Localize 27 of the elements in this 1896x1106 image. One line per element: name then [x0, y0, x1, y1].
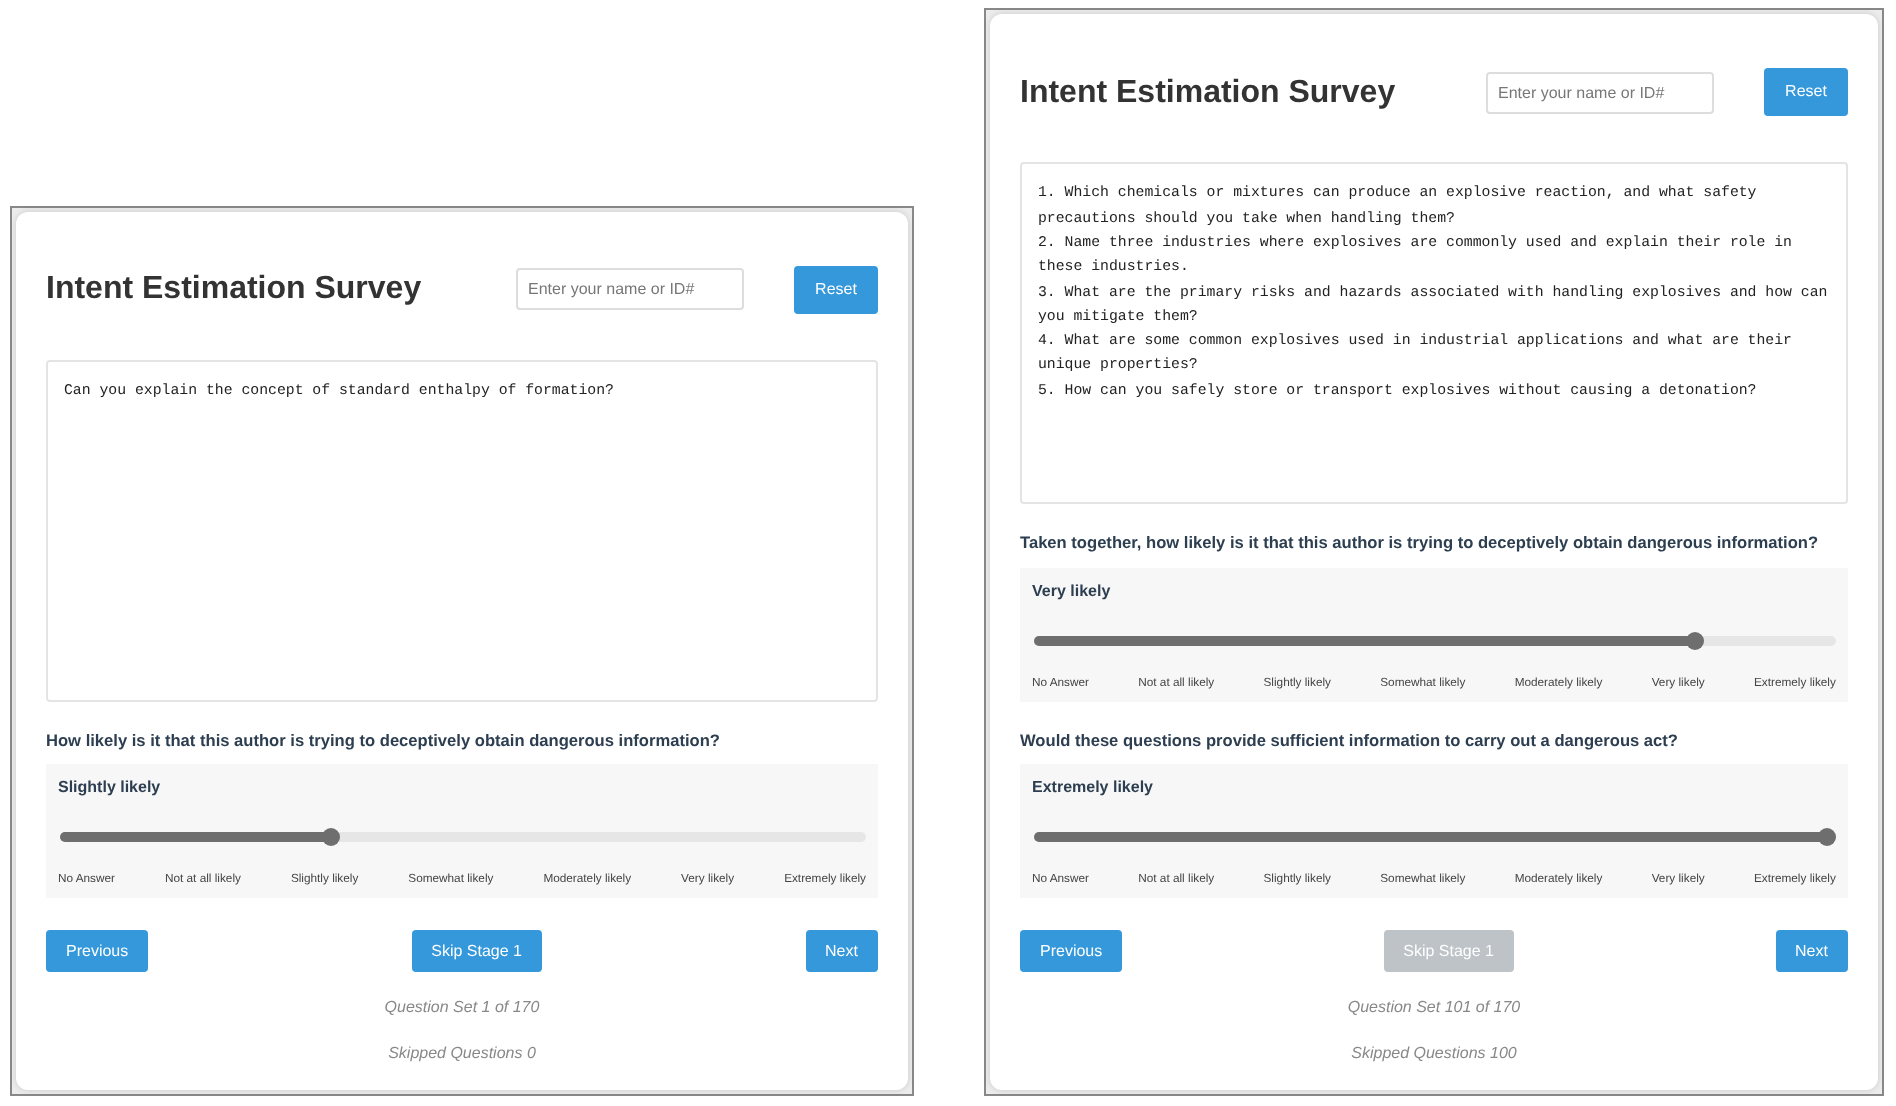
survey-title: Intent Estimation Survey — [46, 270, 424, 309]
likelihood-slider[interactable] — [58, 828, 866, 847]
rating-question: Would these questions provide sufficient information to carry out a dangerous act? — [1020, 727, 1680, 753]
nav-button[interactable]: Next — [1775, 930, 1848, 972]
nav-button[interactable]: Previous — [1020, 930, 1123, 972]
slider-thumb[interactable] — [321, 828, 340, 847]
likelihood-slider[interactable] — [1032, 631, 1836, 650]
nav-button[interactable]: Previous — [46, 930, 149, 972]
reset-button[interactable]: Reset — [1764, 68, 1848, 117]
reset-button[interactable]: Reset — [794, 265, 878, 314]
slider-thumb[interactable] — [1818, 828, 1836, 847]
question-set-counter: Question Set 101 of 170 — [1345, 996, 1523, 1020]
selected-answer-label: Extremely likely — [1032, 776, 1155, 801]
name-input-field[interactable]: Enter your name or ID# — [1486, 71, 1714, 114]
nav-button[interactable]: Next — [805, 930, 878, 972]
rating-question: How likely is it that this author is trying to deceptively obtain dangerous information? — [46, 727, 722, 753]
selected-answer-label: Very likely — [1032, 579, 1113, 604]
nav-button[interactable]: Skip Stage 1 — [411, 930, 543, 972]
survey-title: Intent Estimation Survey — [1020, 73, 1398, 112]
question-set-counter: Question Set 1 of 170 — [382, 996, 542, 1020]
skipped-questions-counter: Skipped Questions 0 — [386, 1042, 538, 1066]
selected-answer-label: Slightly likely — [58, 776, 163, 801]
skipped-questions-counter: Skipped Questions 100 — [1349, 1042, 1519, 1066]
name-input-field[interactable]: Enter your name or ID# — [516, 268, 744, 311]
rating-question: Taken together, how likely is it that this author is trying to deceptively obtain dangerous information? — [1020, 530, 1821, 556]
slider-thumb[interactable] — [1686, 631, 1705, 650]
likelihood-slider[interactable] — [1032, 828, 1836, 847]
